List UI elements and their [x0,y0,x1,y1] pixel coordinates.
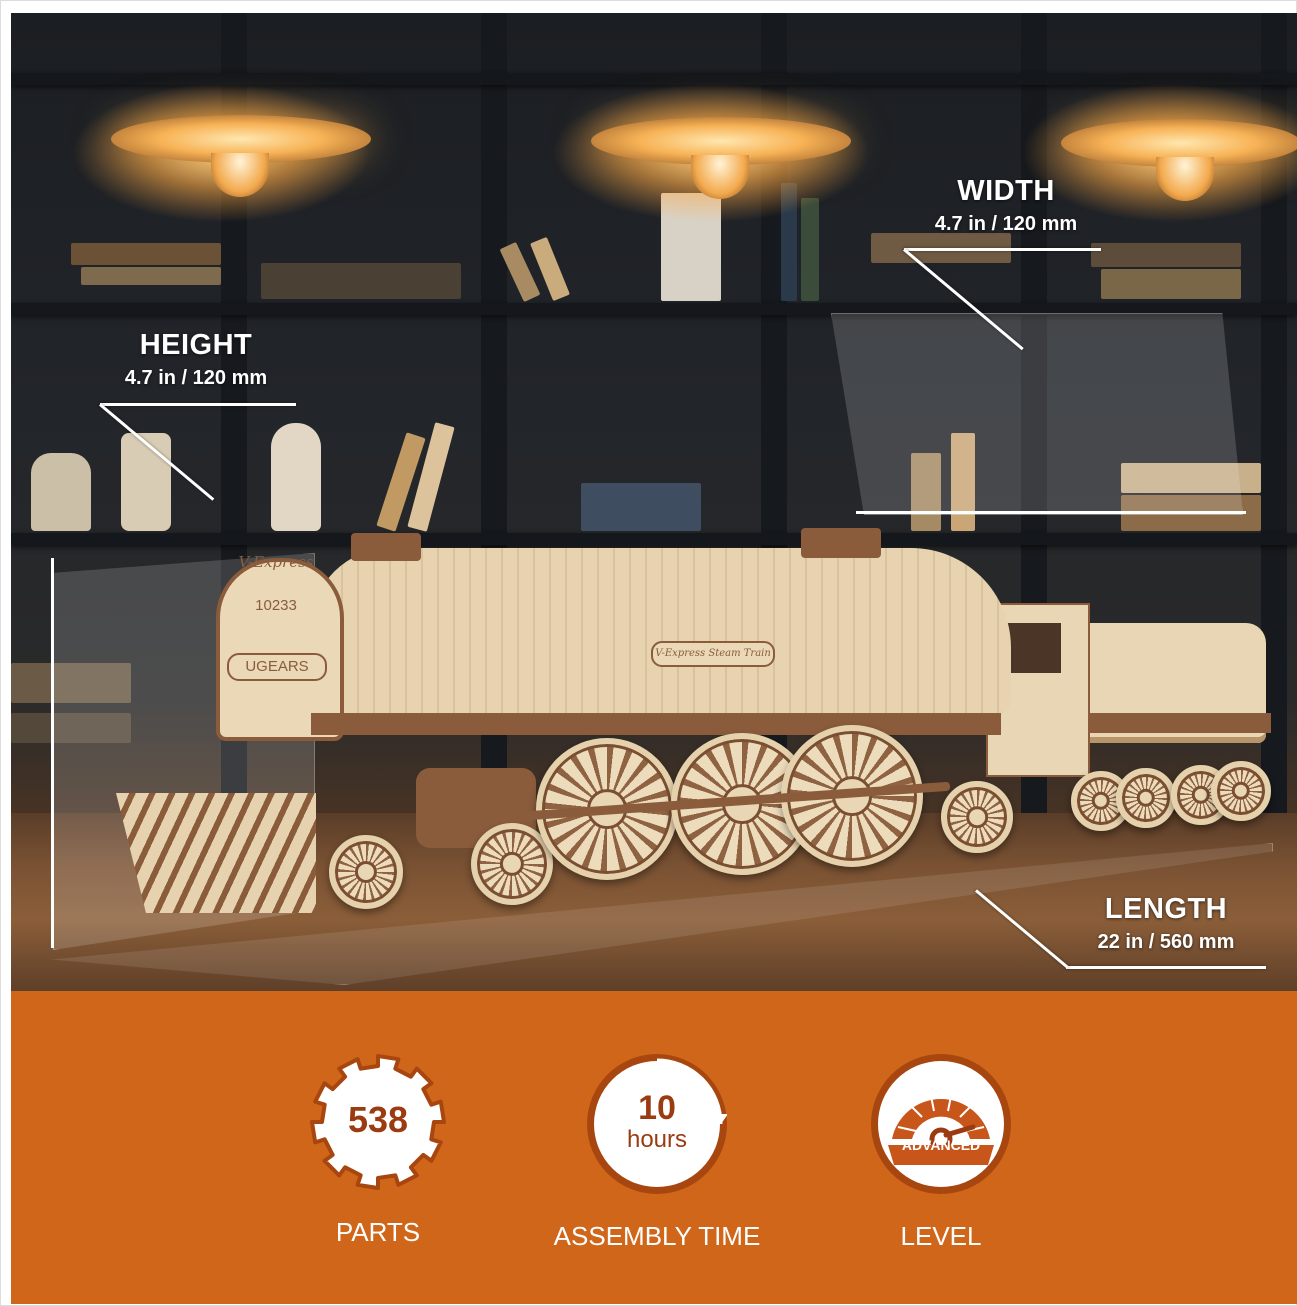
trailing-wheel [941,781,1013,853]
length-guide-line [1066,966,1266,969]
book [81,267,221,285]
engine-number: 10233 [255,597,297,614]
speedometer-icon [888,1090,994,1165]
parts-label: PARTS [335,1217,421,1247]
height-plane-edge [51,558,54,948]
brand-plate: UGEARS [227,653,327,681]
steam-dome [801,528,881,558]
length-value: 22 in / 560 mm [1097,931,1235,953]
width-value: 4.7 in / 120 mm [934,213,1078,235]
assembly-hours-unit: hours [626,1126,688,1153]
product-photo: V-Express 10233 UGEARS V-Express Steam T… [11,13,1297,991]
height-title: HEIGHT [139,329,253,361]
vase [31,453,91,531]
book [1101,269,1241,299]
engine-nameplate: V-Express [238,553,314,571]
specs-banner: 538 PARTS 10 hours ASSEMBLY TIME ADVANCE… [11,991,1297,1304]
level-badge-text: ADVANCED [901,1137,981,1153]
book [261,263,461,299]
cow-catcher [116,793,316,913]
width-glass-plane [831,313,1243,515]
book [801,198,819,301]
shelf [11,533,1297,545]
tender-wheel [1211,761,1271,821]
level-label: LEVEL [900,1221,982,1251]
vase [271,423,321,531]
width-title: WIDTH [957,175,1055,207]
assembly-time-label: ASSEMBLY TIME [553,1221,761,1251]
boiler [311,548,1011,718]
side-nameplate: V-Express Steam Train [651,641,775,667]
length-title: LENGTH [1104,893,1228,925]
book [1091,243,1241,267]
book [71,243,221,265]
pony-wheel [329,835,403,909]
tender-frame [1081,713,1271,733]
running-board [311,713,1001,735]
tender-wheel [1116,768,1176,828]
chimney [351,533,421,561]
book [581,483,701,531]
height-guide-line [100,403,296,406]
width-guide-line [904,248,1101,251]
width-plane-edge [856,511,1246,514]
height-value: 4.7 in / 120 mm [124,367,268,389]
assembly-hours-value: 10 [638,1089,676,1127]
parts-count: 538 [347,1099,409,1140]
vase [121,433,171,531]
